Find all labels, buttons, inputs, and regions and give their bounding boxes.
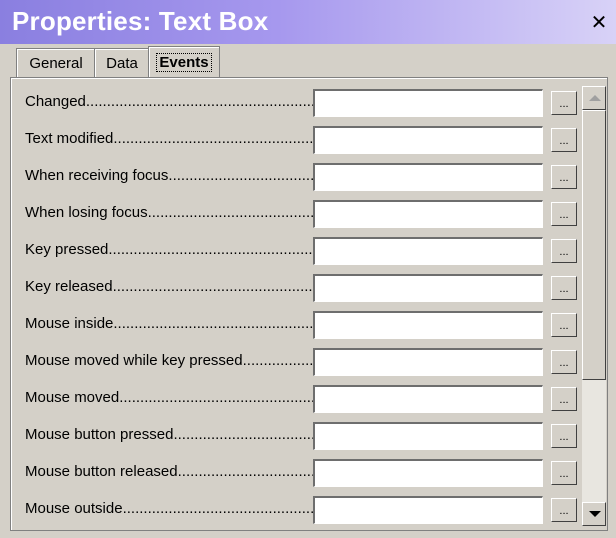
event-row-mouse-moved: Mouse moved ... bbox=[11, 385, 581, 419]
event-field-mouse-moved[interactable] bbox=[313, 385, 543, 413]
event-label: When losing focus bbox=[25, 204, 313, 221]
event-label: Mouse moved while key pressed bbox=[25, 352, 313, 369]
scroll-up-button[interactable] bbox=[582, 86, 606, 110]
event-label: Key released bbox=[25, 278, 313, 295]
event-browse-button[interactable]: ... bbox=[551, 387, 577, 411]
event-label: Mouse inside bbox=[25, 315, 313, 332]
event-browse-button[interactable]: ... bbox=[551, 313, 577, 337]
event-row-mouse-moved-while-key-pressed: Mouse moved while key pressed ... bbox=[11, 348, 581, 382]
event-label: Mouse moved bbox=[25, 389, 313, 406]
event-browse-button[interactable]: ... bbox=[551, 461, 577, 485]
event-field-when-losing-focus[interactable] bbox=[313, 200, 543, 228]
event-field-key-pressed[interactable] bbox=[313, 237, 543, 265]
tab-data[interactable]: Data bbox=[94, 48, 150, 77]
tab-events-label: Events bbox=[156, 52, 212, 72]
tab-data-label: Data bbox=[106, 54, 138, 72]
event-browse-button[interactable]: ... bbox=[551, 424, 577, 448]
event-field-mouse-moved-while-key-pressed[interactable] bbox=[313, 348, 543, 376]
event-row-key-released: Key released ... bbox=[11, 274, 581, 308]
window-title: Properties: Text Box bbox=[12, 6, 269, 36]
event-label: Mouse button released bbox=[25, 463, 313, 480]
scroll-up-arrow-icon bbox=[589, 95, 601, 101]
event-row-mouse-outside: Mouse outside ... bbox=[11, 496, 581, 530]
event-label: Key pressed bbox=[25, 241, 313, 258]
event-row-when-receiving-focus: When receiving focus ... bbox=[11, 163, 581, 197]
event-label: When receiving focus bbox=[25, 167, 313, 184]
event-browse-button[interactable]: ... bbox=[551, 202, 577, 226]
event-browse-button[interactable]: ... bbox=[551, 165, 577, 189]
event-field-key-released[interactable] bbox=[313, 274, 543, 302]
tab-general[interactable]: General bbox=[16, 48, 96, 77]
event-row-mouse-button-pressed: Mouse button pressed ... bbox=[11, 422, 581, 456]
event-browse-button[interactable]: ... bbox=[551, 276, 577, 300]
event-field-mouse-outside[interactable] bbox=[313, 496, 543, 524]
event-browse-button[interactable]: ... bbox=[551, 239, 577, 263]
event-field-mouse-button-released[interactable] bbox=[313, 459, 543, 487]
tab-general-label: General bbox=[29, 54, 83, 72]
events-panel: Changed ... Text modified ... When recei… bbox=[10, 77, 608, 531]
event-field-mouse-button-pressed[interactable] bbox=[313, 422, 543, 450]
event-browse-button[interactable]: ... bbox=[551, 128, 577, 152]
scroll-down-button[interactable] bbox=[582, 502, 606, 526]
scrollbar-thumb[interactable] bbox=[582, 110, 606, 380]
event-row-text-modified: Text modified ... bbox=[11, 126, 581, 160]
event-label: Text modified bbox=[25, 130, 313, 147]
event-browse-button[interactable]: ... bbox=[551, 91, 577, 115]
event-field-text-modified[interactable] bbox=[313, 126, 543, 154]
event-row-when-losing-focus: When losing focus ... bbox=[11, 200, 581, 234]
event-row-mouse-button-released: Mouse button released ... bbox=[11, 459, 581, 493]
event-browse-button[interactable]: ... bbox=[551, 498, 577, 522]
title-bar[interactable]: Properties: Text Box ✕ bbox=[0, 0, 616, 44]
close-icon: ✕ bbox=[590, 12, 608, 34]
properties-dialog: Properties: Text Box ✕ General Data Even… bbox=[0, 0, 616, 538]
event-field-when-receiving-focus[interactable] bbox=[313, 163, 543, 191]
event-browse-button[interactable]: ... bbox=[551, 350, 577, 374]
scroll-down-arrow-icon bbox=[589, 511, 601, 517]
event-field-changed[interactable] bbox=[313, 89, 543, 117]
vertical-scrollbar[interactable] bbox=[582, 86, 606, 526]
event-row-key-pressed: Key pressed ... bbox=[11, 237, 581, 271]
event-row-mouse-inside: Mouse inside ... bbox=[11, 311, 581, 345]
event-field-mouse-inside[interactable] bbox=[313, 311, 543, 339]
event-label: Changed bbox=[25, 93, 313, 110]
event-label: Mouse outside bbox=[25, 500, 313, 517]
event-label: Mouse button pressed bbox=[25, 426, 313, 443]
tab-events[interactable]: Events bbox=[148, 46, 220, 77]
event-row-changed: Changed ... bbox=[11, 89, 581, 123]
close-button[interactable]: ✕ bbox=[588, 12, 610, 34]
